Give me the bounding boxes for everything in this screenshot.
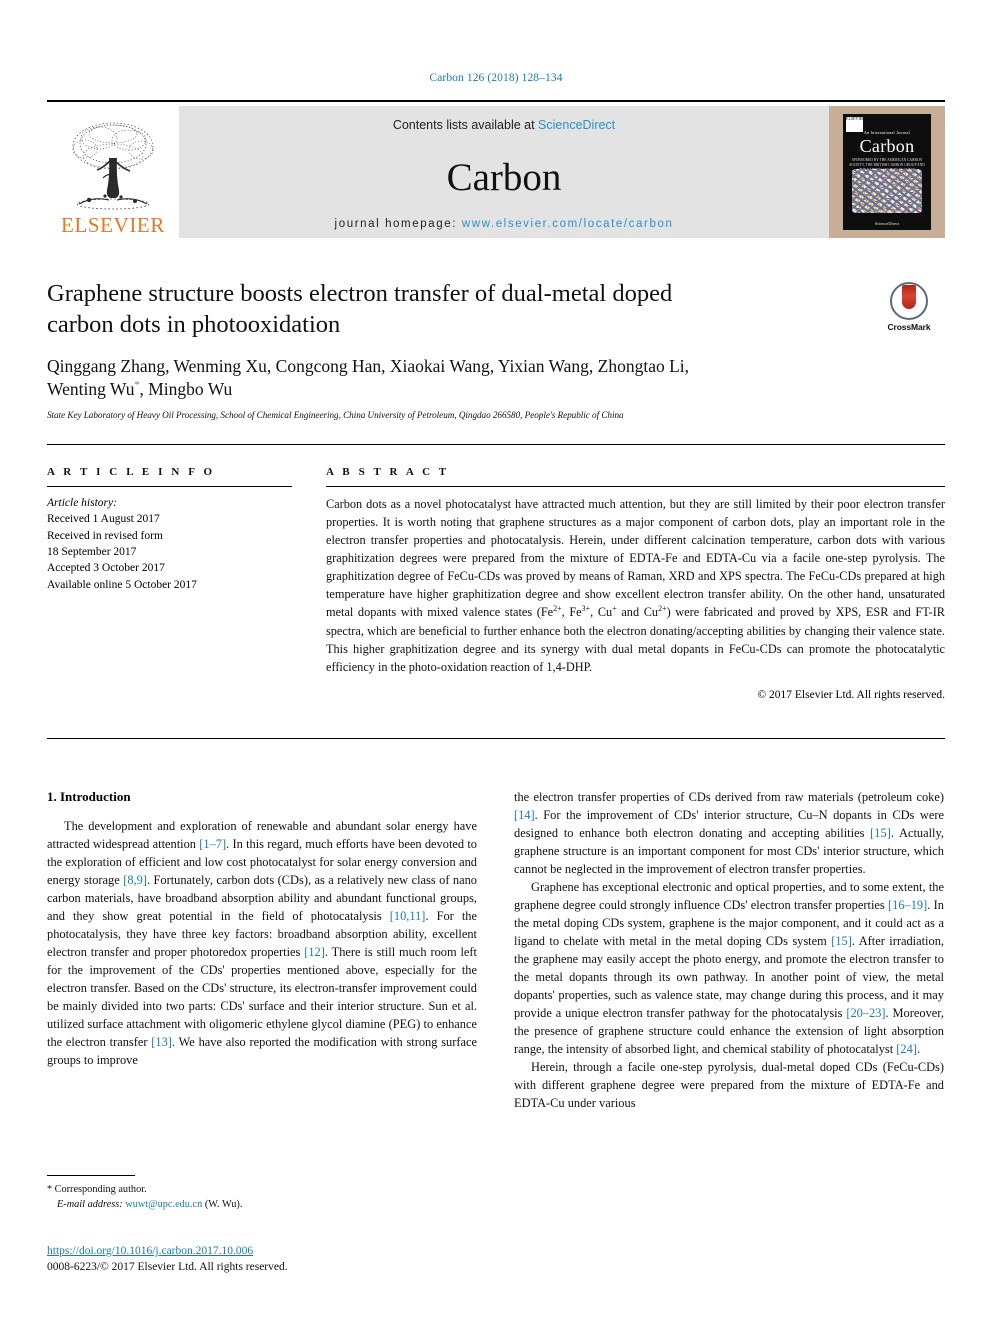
citation-link[interactable]: [13] (151, 1035, 172, 1049)
text-run: . (916, 1041, 921, 1056)
article-history-item: Received in revised form (47, 529, 163, 542)
abstract-part-2: , Fe (561, 605, 582, 620)
article-info-rule (47, 486, 292, 487)
abstract-part-3: , Cu (590, 605, 613, 620)
citation-link[interactable]: [14] (514, 808, 535, 822)
cover-publisher: ScienceDirect (874, 221, 900, 226)
page-footnote: * Corresponding author. E-mail address: … (47, 1175, 477, 1213)
article-info-heading: A R T I C L E I N F O (47, 466, 216, 478)
author-list: Qinggang Zhang, Wenming Xu, Congcong Han… (47, 355, 847, 402)
info-section-top-rule (47, 444, 945, 445)
article-history-item: Accepted 3 October 2017 (47, 562, 165, 575)
journal-cover-thumbnail: ELSEVIER An International Journal Carbon… (829, 106, 945, 238)
footnote-rule (47, 1175, 135, 1176)
journal-band: Contents lists available at ScienceDirec… (179, 106, 829, 238)
citation-link[interactable]: [8,9] (123, 873, 147, 887)
abstract-copyright: © 2017 Elsevier Ltd. All rights reserved… (757, 688, 945, 701)
crossmark-icon (890, 282, 928, 320)
text-run: Herein, through a facile one-step pyroly… (514, 1059, 944, 1110)
email-label: E-mail address: (57, 1198, 123, 1210)
sciencedirect-link[interactable]: ScienceDirect (538, 118, 615, 132)
intro-paragraph-right-1: the electron transfer properties of CDs … (514, 789, 944, 879)
running-head: Carbon 126 (2018) 128–134 (429, 72, 563, 84)
cover-superline: An International Journal (863, 130, 911, 135)
footnote-corresponding-label: Corresponding author. (52, 1184, 147, 1195)
section-heading-introduction: 1. Introduction (47, 789, 131, 804)
abstract-heading: A B S T R A C T (326, 466, 450, 478)
authors-line-1: Qinggang Zhang, Wenming Xu, Congcong Han… (47, 355, 690, 376)
citation-link[interactable]: [10,11] (390, 909, 426, 923)
doi-block: https://doi.org/10.1016/j.carbon.2017.10… (47, 1243, 547, 1275)
article-history-label: Article history: (47, 497, 117, 509)
doi-link[interactable]: https://doi.org/10.1016/j.carbon.2017.10… (47, 1243, 547, 1259)
abstract-text: Carbon dots as a novel photocatalyst hav… (326, 495, 945, 676)
abstract-part-1: Carbon dots as a novel photocatalyst hav… (326, 497, 945, 620)
article-title: Graphene structure boosts electron trans… (47, 280, 673, 339)
corresponding-author-note: * Corresponding author. (47, 1183, 477, 1198)
body-columns: 1. Introduction The development and expl… (47, 789, 945, 1113)
email-link[interactable]: wuwt@upc.edu.cn (125, 1199, 202, 1210)
cover-volume-line: VOLUME 126 2018 (872, 210, 902, 214)
text-run: Graphene has exceptional electronic and … (514, 879, 944, 912)
intro-paragraph-left: The development and exploration of renew… (47, 818, 477, 1070)
article-history-item: Received 1 August 2017 (47, 513, 160, 526)
abstract-column: A B S T R A C T Carbon dots as a novel p… (326, 466, 945, 701)
article-history-item: Available online 5 October 2017 (47, 578, 197, 591)
citation-link[interactable]: [20–23] (846, 1006, 885, 1020)
citation-link[interactable]: [15] (870, 826, 891, 840)
journal-masthead: ELSEVIER Contents lists available at Sci… (47, 100, 945, 238)
journal-article-page: Carbon 126 (2018) 128–134 ELSEVIER Conte… (0, 0, 992, 1323)
contents-prefix: Contents lists available at (392, 118, 539, 132)
article-history-item: 18 September 2017 (47, 545, 137, 558)
citation-link[interactable]: [1–7] (199, 837, 226, 851)
cover-artwork (852, 169, 922, 213)
text-run: . There is still much room left for the … (47, 944, 477, 1049)
citation-link[interactable]: [24] (896, 1042, 917, 1056)
crossmark-label: CrossMark (887, 322, 931, 332)
homepage-prefix: journal homepage: (334, 218, 462, 230)
article-title-block: Graphene structure boosts electron trans… (47, 278, 945, 420)
elsevier-wordmark: ELSEVIER (61, 213, 165, 237)
text-run: the electron transfer properties of CDs … (514, 790, 944, 804)
article-info-column: A R T I C L E I N F O Article history: R… (47, 466, 292, 701)
email-note: E-mail address: wuwt@upc.edu.cn (W. Wu). (47, 1198, 477, 1213)
info-abstract-region: A R T I C L E I N F O Article history: R… (47, 466, 945, 701)
abstract-rule (326, 486, 945, 487)
intro-paragraph-right-3: Herein, through a facile one-step pyroly… (514, 1059, 944, 1113)
info-section-bottom-rule (47, 738, 945, 739)
body-column-right: the electron transfer properties of CDs … (514, 789, 944, 1113)
abstract-sup-1: 2+ (553, 604, 562, 614)
cover-journal-title: Carbon (859, 136, 915, 156)
abstract-sup-2: 3+ (581, 604, 591, 614)
elsevier-tree-icon (59, 116, 167, 214)
corresponding-author-name: Wenting Wu (47, 378, 135, 399)
elsevier-logo: ELSEVIER (47, 106, 179, 238)
citation-link[interactable]: [15] (831, 934, 852, 948)
citation-link[interactable]: [12] (304, 945, 325, 959)
authors-line-2-rest: , Mingbo Wu (139, 378, 233, 399)
abstract-part-4: and Cu (616, 605, 659, 620)
author-affiliation: State Key Laboratory of Heavy Oil Proces… (47, 410, 624, 421)
contents-available-line: Contents lists available at ScienceDirec… (393, 118, 615, 132)
journal-homepage-link[interactable]: www.elsevier.com/locate/carbon (462, 218, 674, 230)
email-suffix: (W. Wu). (204, 1198, 243, 1210)
citation-link[interactable]: [16–19] (888, 898, 927, 912)
abstract-sup-4: 2+ (658, 604, 667, 614)
journal-title: Carbon (446, 155, 562, 199)
intro-paragraph-right-2: Graphene has exceptional electronic and … (514, 879, 944, 1059)
body-column-left: 1. Introduction The development and expl… (47, 789, 477, 1113)
crossmark-badge[interactable]: CrossMark (873, 282, 945, 332)
journal-homepage-line: journal homepage: www.elsevier.com/locat… (335, 218, 674, 230)
issn-copyright-line: 0008-6223/© 2017 Elsevier Ltd. All right… (47, 1261, 288, 1274)
